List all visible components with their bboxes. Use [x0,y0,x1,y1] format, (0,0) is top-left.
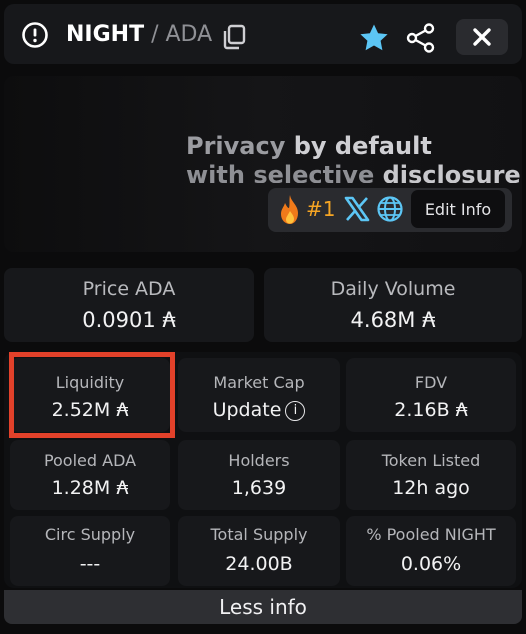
fdv-value: 2.16B ₳ [394,399,468,421]
banner-text: Privacy [186,132,286,160]
circ-supply-card: Circ Supply --- [10,516,170,586]
token-pair-title: NIGHT / ADA [66,21,212,49]
fdv-label: FDV [414,373,448,392]
fire-icon [276,194,304,226]
holders-label: Holders [228,451,290,470]
close-button[interactable] [456,19,508,55]
trending-rank: #1 [306,197,336,221]
circ-supply-value: --- [79,553,101,575]
daily-volume-label: Daily Volume [330,278,456,300]
pair-separator: / [144,22,166,47]
banner-text: by default [285,132,432,160]
total-supply-value: 24.00B [225,553,293,575]
banner-text: with selective [186,161,383,183]
pooled-ada-card: Pooled ADA 1.28M ₳ [10,440,170,510]
quote-symbol: ADA [165,22,213,47]
circ-supply-label: Circ Supply [44,525,136,544]
share-icon[interactable] [404,21,438,55]
market-cap-card: Market Cap Update i [178,358,340,432]
total-supply-label: Total Supply [210,525,308,544]
liquidity-value: 2.52M ₳ [51,399,129,421]
daily-volume-card: Daily Volume 4.68M ₳ [264,268,522,342]
close-icon [473,28,491,46]
info-circle-icon[interactable]: i [285,401,306,421]
pooled-ada-label: Pooled ADA [43,451,137,470]
pooled-night-value: 0.06% [400,553,462,575]
pooled-night-label: % Pooled NIGHT [366,525,496,544]
price-card: Price ADA 0.0901 ₳ [4,268,254,342]
liquidity-card: Liquidity 2.52M ₳ [10,358,170,432]
base-symbol: NIGHT [66,22,145,47]
token-listed-card: Token Listed 12h ago [346,440,516,510]
favorite-star-icon[interactable] [357,21,391,55]
holders-card: Holders 1,639 [178,440,340,510]
edit-info-button[interactable]: Edit Info [411,190,505,228]
holders-value: 1,639 [231,477,287,499]
market-cap-label: Market Cap [213,373,305,392]
copy-icon[interactable] [219,22,249,52]
pooled-night-card: % Pooled NIGHT 0.06% [346,516,516,586]
pooled-ada-value: 1.28M ₳ [51,477,129,499]
banner-text: disclosure [382,161,521,183]
x-twitter-icon[interactable] [343,196,371,222]
price-label: Price ADA [82,278,176,300]
token-header: NIGHT / ADA [4,4,522,64]
market-cap-value[interactable]: Update i [178,399,340,421]
banner-tagline-line1: Privacy by default [186,132,432,160]
liquidity-label: Liquidity [55,373,125,392]
token-listed-value: 12h ago [392,477,470,499]
info-icon[interactable] [21,21,49,49]
token-listed-label: Token Listed [381,451,481,470]
daily-volume-value: 4.68M ₳ [350,308,436,332]
globe-icon[interactable] [376,195,404,223]
fdv-card: FDV 2.16B ₳ [346,358,516,432]
market-cap-update-text[interactable]: Update [213,399,282,421]
banner-tagline-line2: with selective disclosure [186,161,521,183]
total-supply-card: Total Supply 24.00B [178,516,340,586]
price-value: 0.0901 ₳ [82,308,176,332]
less-info-button[interactable]: Less info [4,590,522,624]
